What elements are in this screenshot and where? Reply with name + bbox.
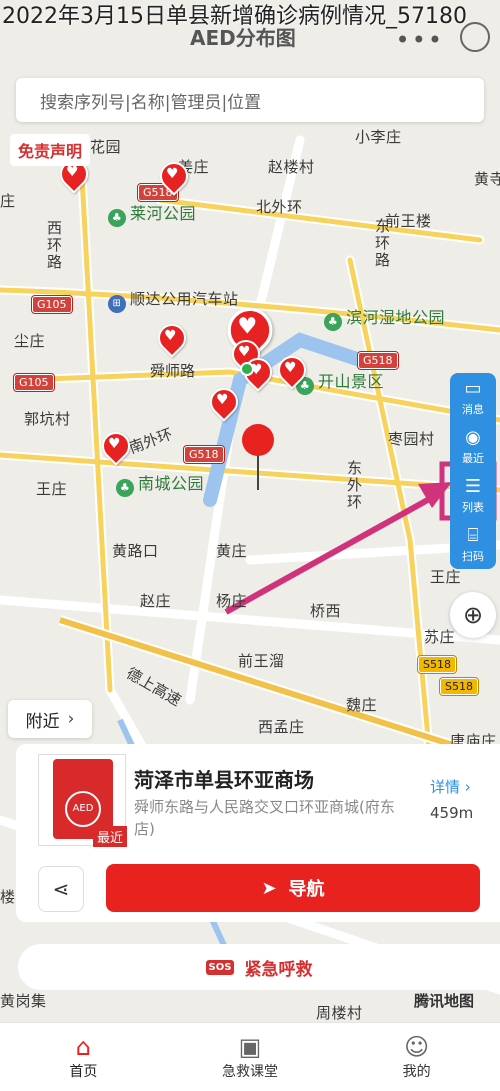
bottom-tab-bar: ⌂ 首页 ▣ 急救课堂 ☺ 我的 (0, 1022, 500, 1091)
map-label: 魏庄 (346, 696, 378, 714)
route-shield: S518 (418, 656, 456, 673)
map-label: 赵楼村 (268, 158, 315, 176)
map-label: 北外环 (256, 198, 303, 216)
heart-icon: ♥ (216, 392, 229, 408)
home-icon: ⌂ (75, 1033, 91, 1061)
map-label: 郭坑村 (24, 410, 71, 428)
nearest-tag: 最近 (92, 826, 127, 847)
route-shield: S518 (440, 678, 478, 695)
map-label: 庄 (0, 192, 16, 210)
toolbar-scan-button[interactable]: ⌸ 扫码 (450, 520, 496, 569)
map-label: 楼 (0, 888, 16, 906)
chevron-right-icon: › (464, 778, 471, 796)
classroom-icon: ▣ (238, 1033, 262, 1061)
distance-label: 459m (430, 804, 474, 822)
map-label: 黄路口 (112, 542, 159, 560)
detail-link[interactable]: 详情 › (430, 776, 471, 797)
road-label: 舜师路 (150, 362, 196, 380)
emergency-call-button[interactable]: SOS 紧急呼救 (18, 944, 500, 990)
route-shield: G105 (14, 374, 54, 391)
map-label: 黄寺 (474, 170, 500, 188)
map-label: 尘庄 (14, 332, 46, 350)
park-icon: ♣ (116, 479, 134, 497)
road-label: 东环路 (373, 218, 391, 269)
map-label: 王庄 (36, 480, 68, 498)
heart-icon: ♥ (284, 360, 297, 376)
park-label[interactable]: ♣ 滨河湿地公园 (324, 304, 445, 331)
tab-profile[interactable]: ☺ 我的 (333, 1023, 500, 1091)
search-input[interactable]: 搜索序列号|名称|管理员|位置 (16, 78, 484, 122)
map-label: 苏庄 (424, 628, 456, 646)
disclaimer-link[interactable]: 免责声明 (10, 134, 91, 166)
aed-info-card[interactable]: AED 最近 菏泽市单县环亚商场 舜师东路与人民路交叉口环亚商城(府东店) 详情… (16, 744, 500, 922)
map-label: 桥西 (310, 602, 342, 620)
tab-classroom[interactable]: ▣ 急救课堂 (167, 1023, 334, 1091)
bus-station-icon: ⊞ (108, 295, 126, 313)
image-caption: 2022年3月15日单县新增确诊病例情况_57180 (2, 4, 467, 29)
toolbar-list-button[interactable]: ☰ 列表 (450, 471, 496, 520)
park-label[interactable]: ♣ 南城公园 (116, 470, 204, 497)
map-label: 花园 (90, 138, 122, 156)
crosshair-icon: ⊕ (462, 601, 484, 629)
aed-marker[interactable]: ♥ (96, 426, 136, 466)
aed-marker[interactable]: ♥ (204, 382, 244, 422)
map-label: 王庄 (430, 568, 462, 586)
scan-icon: ⌸ (467, 524, 479, 546)
map-label: 赵庄 (140, 592, 172, 610)
route-shield: G518 (184, 446, 224, 463)
right-toolbar: ▭ 消息 ◉ 最近 ☰ 列表 ⌸ 扫码 (450, 373, 496, 569)
map-label: 黄庄 (216, 542, 248, 560)
share-button[interactable]: ⋖ (38, 866, 84, 912)
park-icon: ♣ (108, 209, 126, 227)
search-placeholder: 搜索序列号|名称|管理员|位置 (40, 92, 262, 113)
toolbar-message-button[interactable]: ▭ 消息 (450, 373, 496, 422)
list-icon: ☰ (464, 475, 482, 497)
navigate-button[interactable]: ➤ 导航 (106, 864, 480, 912)
navigation-arrow-icon: ➤ (261, 877, 277, 899)
profile-icon: ☺ (404, 1033, 430, 1061)
park-label[interactable]: ♣ 开山景区 (296, 368, 384, 395)
current-location-dot (240, 362, 254, 376)
heart-icon: ♥ (166, 166, 179, 182)
location-pin-icon: ◉ (465, 426, 481, 448)
road-label: 东外环 (345, 460, 363, 511)
heart-icon: ♥ (108, 436, 121, 452)
park-label[interactable]: ♣ 莱河公园 (108, 200, 196, 227)
toolbar-nearest-button[interactable]: ◉ 最近 (450, 422, 496, 471)
chevron-right-icon: › (67, 709, 75, 729)
map-label: 杨庄 (216, 592, 248, 610)
park-icon: ♣ (324, 313, 342, 331)
route-shield: G105 (32, 296, 72, 313)
aed-marker[interactable]: ♥ (272, 350, 312, 390)
card-address: 舜师东路与人民路交叉口环亚商城(府东店) (134, 798, 395, 838)
map-label: 枣园村 (388, 430, 435, 448)
road-label: 西环路 (45, 220, 63, 271)
aed-marker[interactable]: ♥ (152, 318, 192, 358)
map-label: 黄岗集 (0, 992, 47, 1010)
aed-thumbnail: AED 最近 (38, 754, 127, 847)
map-label: 小李庄 (355, 128, 402, 146)
map-label: 周楼村 (316, 1004, 363, 1022)
aed-marker[interactable]: ♥ (154, 156, 194, 196)
share-icon: ⋖ (52, 877, 70, 901)
tencent-map-logo: 腾讯地图 (414, 992, 475, 1010)
sos-icon: SOS (205, 959, 235, 975)
nearby-button[interactable]: 附近 › (8, 700, 92, 738)
map-label: 前王溜 (238, 652, 285, 670)
map-label: 西孟庄 (258, 718, 305, 736)
card-title: 菏泽市单县环亚商场 (134, 768, 314, 792)
heart-icon: ♥ (237, 314, 258, 340)
locate-me-button[interactable]: ⊕ (450, 592, 496, 638)
message-icon: ▭ (464, 377, 482, 399)
aed-logo: AED (65, 791, 101, 827)
bus-station-label[interactable]: ⊞ 顺达公用汽车站 (108, 288, 239, 313)
heart-icon: ♥ (164, 328, 177, 344)
heart-icon: ♥ (66, 164, 79, 180)
route-shield: G518 (358, 352, 398, 369)
tab-home[interactable]: ⌂ 首页 (0, 1023, 167, 1091)
